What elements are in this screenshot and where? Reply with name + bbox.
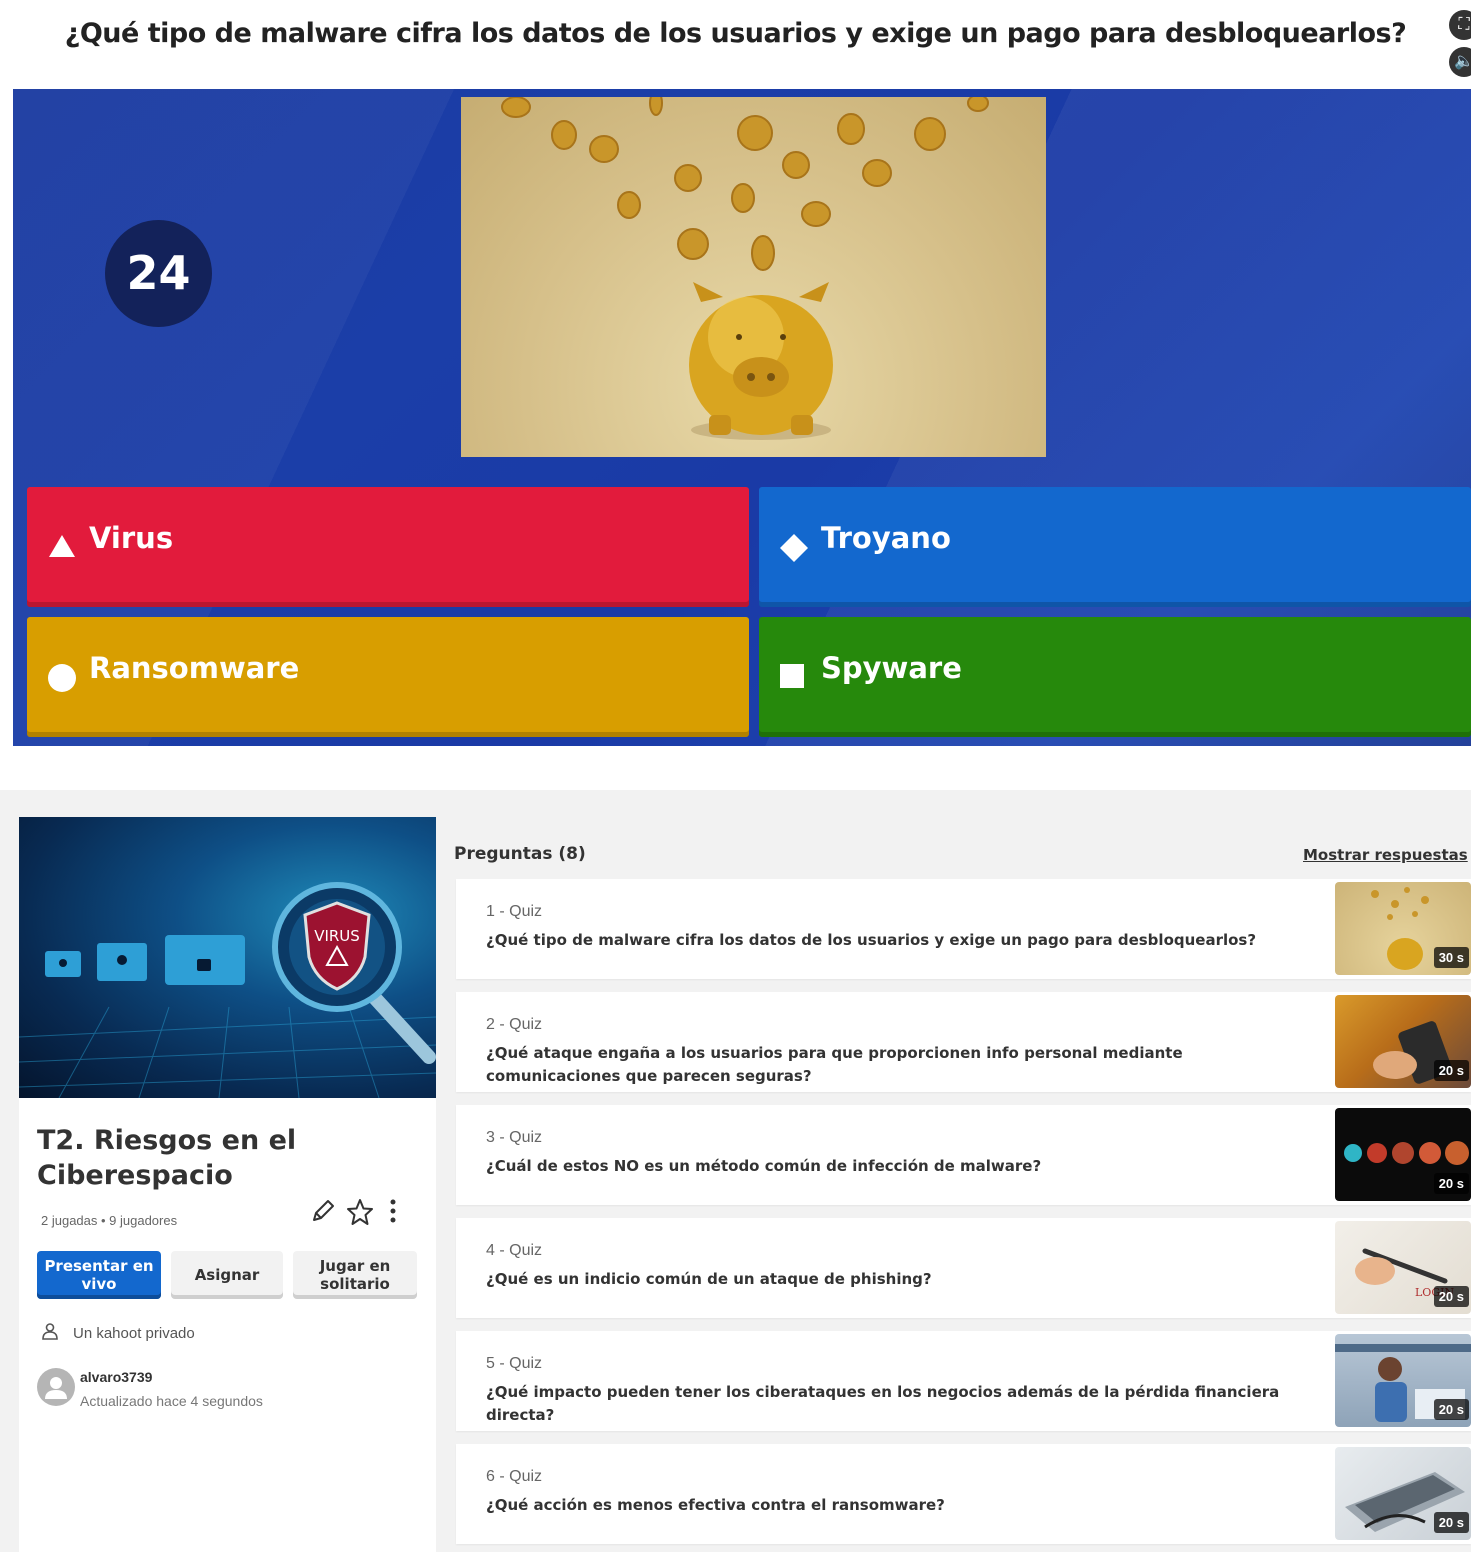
answer-label: Virus [89,521,174,555]
question-item[interactable]: 5 - Quiz ¿Qué impacto pueden tener los c… [456,1331,1471,1431]
square-icon [779,663,805,694]
time-limit-badge: 30 s [1433,947,1469,968]
question-item[interactable]: 3 - Quiz ¿Cuál de estos NO es un método … [456,1105,1471,1205]
kahoot-title: T2. Riesgos en el Ciberespacio [37,1125,297,1191]
question-type: 5 - Quiz [486,1355,543,1372]
privacy-label: Un kahoot privado [73,1324,195,1342]
kahoot-details-page: VIRUS T2. Riesgos en el Ciberespacio 2 j… [0,790,1471,1567]
question-text: ¿Qué acción es menos efectiva contra el … [486,1496,945,1514]
question-item[interactable]: 4 - Quiz ¿Qué es un indicio común de un … [456,1218,1471,1318]
question-thumbnail: 20 s [1335,1447,1471,1540]
question-thumbnail: 20 s [1335,995,1471,1088]
answer-label: Spyware [821,651,962,685]
questions-header: Preguntas (8) [454,844,586,864]
diamond-icon [779,533,809,568]
game-screen: ¿Qué tipo de malware cifra los datos de … [0,0,1471,760]
question-thumbnail: 20 s [1335,1108,1471,1201]
show-answers-link[interactable]: Mostrar respuestas [1303,846,1468,864]
question-stage: 24 Virus Troyano Ransomware Spyware [13,89,1471,746]
user-icon [41,1322,59,1344]
answer-option-green[interactable]: Spyware [759,617,1471,737]
avatar[interactable] [37,1368,75,1406]
question-type: 1 - Quiz [486,903,543,920]
question-text: ¿Qué es un indicio común de un ataque de… [486,1270,932,1288]
plays-players-meta: 2 jugadas • 9 jugadores [41,1213,178,1228]
question-image [461,97,1046,457]
question-text: ¿Qué tipo de malware cifra los datos de … [486,931,1257,949]
question-item[interactable]: 1 - Quiz ¿Qué tipo de malware cifra los … [456,879,1471,979]
time-limit-badge: 20 s [1433,1173,1469,1194]
time-limit-badge: 20 s [1433,1399,1469,1420]
question-type: 2 - Quiz [486,1016,543,1033]
answer-option-blue[interactable]: Troyano [759,487,1471,607]
time-limit-badge: 20 s [1433,1060,1469,1081]
question-type: 6 - Quiz [486,1468,543,1485]
circle-icon [47,663,77,698]
time-limit-badge: 20 s [1433,1286,1469,1307]
question-thumbnail: 20 s [1335,1334,1471,1427]
question-text: ¿Qué ataque engaña a los usuarios para q… [486,1044,1183,1085]
virus-badge-text: VIRUS [314,927,360,945]
answer-option-yellow[interactable]: Ransomware [27,617,749,737]
present-live-button[interactable]: Presentar en vivo [37,1251,161,1299]
piggy-bank-coins-illustration [501,97,989,440]
question-text: ¿Cuál de estos NO es un método común de … [486,1157,1042,1175]
answer-option-red[interactable]: Virus [27,487,749,607]
answer-label: Ransomware [89,651,300,685]
sound-icon[interactable]: 🔈 [1449,47,1471,77]
last-updated: Actualizado hace 4 segundos [80,1393,263,1409]
star-icon[interactable] [346,1198,374,1231]
owner-username[interactable]: alvaro3739 [80,1369,152,1385]
answer-label: Troyano [821,521,951,555]
question-title: ¿Qué tipo de malware cifra los datos de … [64,18,1407,49]
fullscreen-icon[interactable]: ⛶ [1449,10,1471,40]
question-thumbnail: 30 s [1335,882,1471,975]
time-limit-badge: 20 s [1433,1512,1469,1533]
countdown-timer: 24 [105,220,212,327]
cover-image: VIRUS [19,817,436,1098]
cyber-virus-illustration: VIRUS [19,882,436,1098]
more-options-icon[interactable] [388,1197,398,1230]
question-text: ¿Qué impacto pueden tener los ciberataqu… [486,1383,1280,1424]
question-type: 4 - Quiz [486,1242,543,1259]
kahoot-info-card: VIRUS T2. Riesgos en el Ciberespacio 2 j… [19,817,436,1567]
assign-button[interactable]: Asignar [171,1251,283,1299]
pencil-icon[interactable] [310,1198,336,1229]
question-item[interactable]: 2 - Quiz ¿Qué ataque engaña a los usuari… [456,992,1471,1092]
play-solo-button[interactable]: Jugar en solitario [293,1251,417,1299]
privacy-info: Un kahoot privado [41,1322,195,1344]
triangle-icon [47,533,77,564]
question-type: 3 - Quiz [486,1129,543,1146]
question-item[interactable]: 6 - Quiz ¿Qué acción es menos efectiva c… [456,1444,1471,1544]
question-thumbnail: LOGIN 20 s [1335,1221,1471,1314]
